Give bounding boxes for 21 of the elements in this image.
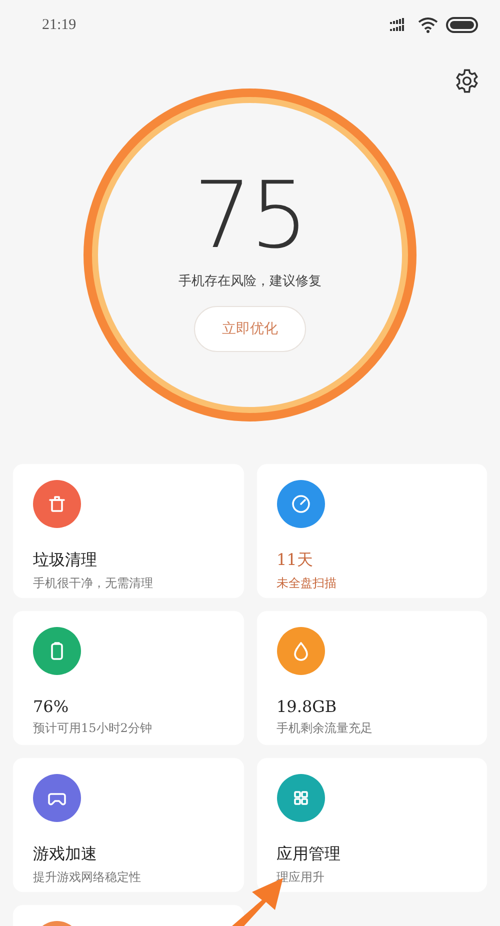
card-subtitle: 手机剩余流量充足 — [276, 720, 374, 737]
card-subtitle: 手机很干净，无需清理 — [33, 575, 154, 592]
card-subtitle: 理应用升 — [276, 869, 326, 886]
tool-card[interactable]: 76% 预计可用15小时2分钟 — [13, 611, 244, 745]
tool-card[interactable]: 19.8GB 手机剩余流量充足 — [256, 611, 487, 745]
tool-card[interactable]: 游戏加速 提升游戏网络稳定性 — [13, 758, 244, 892]
tool-card[interactable]: 应用管理 理应用升 — [256, 758, 487, 892]
score-value: 75 — [193, 170, 307, 262]
card-subtitle: 预计可用15小时2分钟 — [33, 720, 153, 737]
card-title: 应用管理 — [276, 844, 342, 865]
status-time: 21:19 — [42, 16, 76, 34]
card-subtitle: 提升游戏网络稳定性 — [33, 869, 142, 886]
card-title: 19.8GB — [276, 697, 338, 716]
card-title: 76% — [33, 697, 70, 716]
card-title: 游戏加速 — [33, 844, 98, 865]
card-subtitle: 未全盘扫描 — [276, 575, 338, 592]
card-title: 11天 — [276, 550, 314, 571]
card-title: 垃圾清理 — [33, 550, 98, 571]
tool-card[interactable]: 垃圾清理 手机很干净，无需清理 — [13, 464, 244, 598]
risk-message: 手机存在风险，建议修复 — [178, 273, 322, 290]
tool-card[interactable]: 11天 未全盘扫描 — [256, 464, 487, 598]
